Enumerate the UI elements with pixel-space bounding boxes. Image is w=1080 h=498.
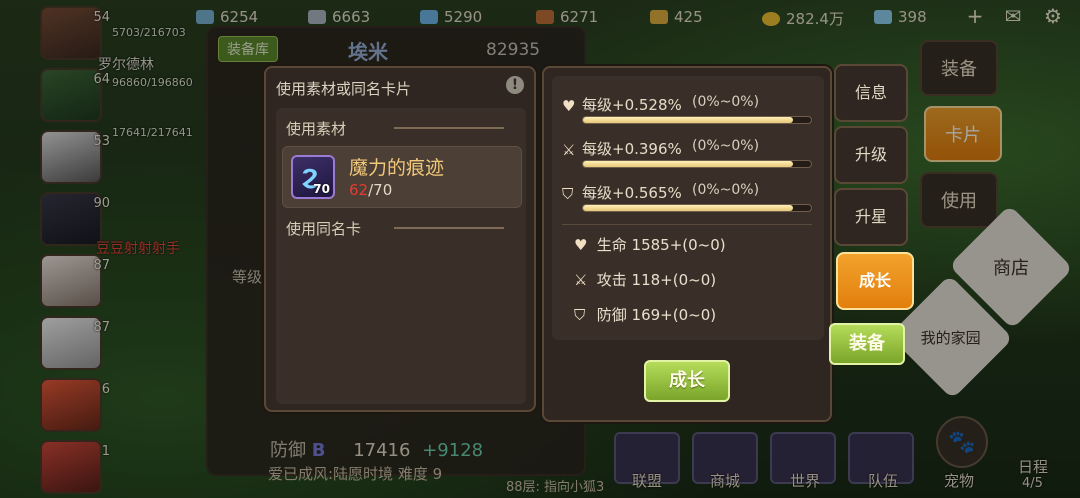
stat-row-attack: ⚔ 攻击 118+(0~0) [574, 271, 717, 289]
tab-info[interactable]: 信息 [834, 64, 908, 122]
info-warning-icon[interactable]: ! [506, 76, 524, 94]
growth-pane: ♥ 每级+0.528% (0%~0%) ⚔ 每级+0.396% (0%~0%) … [542, 66, 832, 422]
growth-rate: 每级+0.528% [582, 96, 682, 114]
growth-range: (0%~0%) [692, 138, 760, 154]
material-name: 魔力的痕迹 [349, 157, 445, 179]
shield-icon: ⛉ [562, 185, 574, 203]
growth-bar-fill [583, 161, 793, 167]
stats-divider [562, 224, 812, 225]
growth-bar [582, 204, 812, 212]
sword-icon: ⚔ [562, 141, 576, 159]
heart-icon: ♥ [562, 97, 576, 115]
growth-row-defense: ⛉ 每级+0.565% (0%~0%) [562, 174, 822, 214]
material-card[interactable]: ϩ 70 魔力的痕迹 62/70 [282, 146, 522, 208]
section-use-same-card: 使用同名卡 [286, 220, 362, 238]
growth-range: (0%~0%) [692, 182, 760, 198]
material-pane-title: 使用素材或同名卡片 [276, 80, 412, 98]
growth-rate: 每级+0.396% [582, 140, 682, 158]
tab-growth[interactable]: 成长 [836, 252, 914, 310]
material-badge: 70 [313, 182, 330, 196]
grow-button[interactable]: 成长 [644, 360, 730, 402]
growth-row-attack: ⚔ 每级+0.396% (0%~0%) [562, 130, 822, 170]
material-list: 使用素材 ϩ 70 魔力的痕迹 62/70 使用同名卡 [276, 108, 526, 404]
material-pane: 使用素材或同名卡片 ! 使用素材 ϩ 70 魔力的痕迹 62/70 使用同名卡 [264, 66, 536, 412]
material-count: 62/70 [349, 181, 393, 199]
growth-bar-fill [583, 117, 793, 123]
sword-icon: ⚔ [574, 271, 588, 289]
growth-rate: 每级+0.565% [582, 184, 682, 202]
equip-button[interactable]: 装备 [829, 323, 905, 365]
growth-bar [582, 116, 812, 124]
growth-range: (0%~0%) [692, 94, 760, 110]
growth-row-hp: ♥ 每级+0.528% (0%~0%) [562, 86, 822, 126]
heart-icon: ♥ [574, 236, 588, 254]
section-divider [394, 127, 504, 129]
growth-bar-fill [583, 205, 793, 211]
growth-dialog: 使用素材或同名卡片 ! 使用素材 ϩ 70 魔力的痕迹 62/70 使用同名卡 … [264, 66, 836, 422]
section-use-material: 使用素材 [286, 120, 347, 138]
growth-stats-box: ♥ 每级+0.528% (0%~0%) ⚔ 每级+0.396% (0%~0%) … [552, 76, 824, 340]
tab-star-up[interactable]: 升星 [834, 188, 908, 246]
material-item-icon: ϩ 70 [291, 155, 335, 199]
growth-bar [582, 160, 812, 168]
stat-row-defense: ⛉ 防御 169+(0~0) [574, 306, 717, 324]
section-divider [394, 227, 504, 229]
shield-icon: ⛉ [574, 306, 586, 324]
stat-row-hp: ♥ 生命 1585+(0~0) [574, 236, 726, 254]
tab-upgrade[interactable]: 升级 [834, 126, 908, 184]
